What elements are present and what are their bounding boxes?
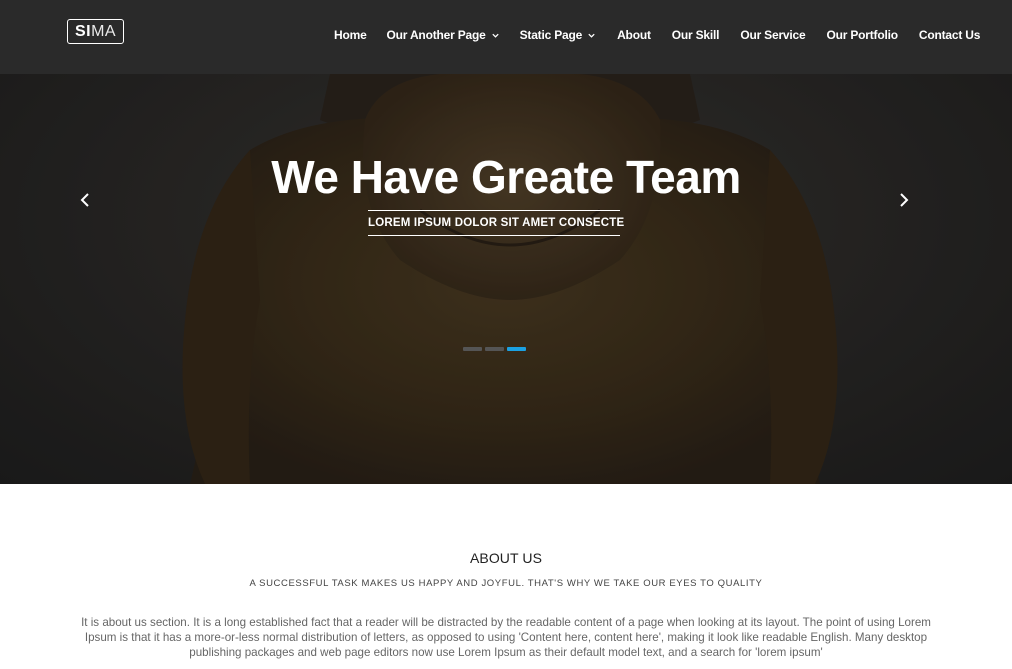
nav-item-about[interactable]: About bbox=[617, 28, 651, 42]
nav-item-label: Our Service bbox=[740, 28, 806, 42]
nav-item-our-portfolio[interactable]: Our Portfolio bbox=[826, 28, 898, 42]
carousel-dot-2[interactable] bbox=[485, 347, 504, 351]
nav-item-label: Contact Us bbox=[918, 28, 981, 42]
carousel-dot-1[interactable] bbox=[463, 347, 482, 351]
nav-item-static-page[interactable]: Static Page bbox=[520, 28, 597, 42]
nav-item-label: Static Page bbox=[519, 28, 583, 42]
nav-item-label: Home bbox=[334, 28, 367, 42]
about-text: It is about us section. It is a long est… bbox=[81, 616, 931, 659]
carousel-dot-3[interactable] bbox=[507, 347, 526, 351]
chevron-down-icon bbox=[491, 33, 499, 38]
hero-carousel: SIMA Home Our Another Page Static Page A… bbox=[0, 0, 1012, 484]
chevron-left-icon[interactable] bbox=[79, 192, 93, 208]
site-logo[interactable]: SIMA bbox=[67, 19, 124, 44]
logo-bold-text: SI bbox=[74, 23, 92, 40]
nav-item-label: Our Portfolio bbox=[826, 28, 898, 42]
hero-subtitle: LOREM IPSUM DOLOR SIT AMET CONSECTE bbox=[368, 210, 624, 236]
nav-item-our-service[interactable]: Our Service bbox=[740, 28, 805, 42]
hero-overlay bbox=[0, 0, 1012, 484]
logo-light-text: MA bbox=[91, 23, 117, 40]
chevron-right-icon[interactable] bbox=[896, 192, 910, 208]
nav-item-contact-us[interactable]: Contact Us bbox=[918, 28, 981, 42]
nav-item-label: Our Another Page bbox=[386, 28, 486, 42]
hero-title: We Have Greate Team bbox=[271, 151, 741, 203]
nav-item-our-skill[interactable]: Our Skill bbox=[672, 28, 720, 42]
carousel-indicators bbox=[463, 347, 526, 351]
about-tagline: A SUCCESSFUL TASK MAKES US HAPPY AND JOY… bbox=[249, 578, 763, 589]
nav-item-label: About bbox=[617, 28, 651, 42]
nav-item-home[interactable]: Home bbox=[334, 28, 367, 42]
nav-item-label: Our Skill bbox=[671, 28, 720, 42]
about-title: ABOUT US bbox=[469, 550, 543, 566]
main-nav: Home Our Another Page Static Page About … bbox=[334, 27, 980, 43]
nav-item-our-another-page[interactable]: Our Another Page bbox=[387, 28, 500, 42]
chevron-down-icon bbox=[588, 33, 595, 38]
